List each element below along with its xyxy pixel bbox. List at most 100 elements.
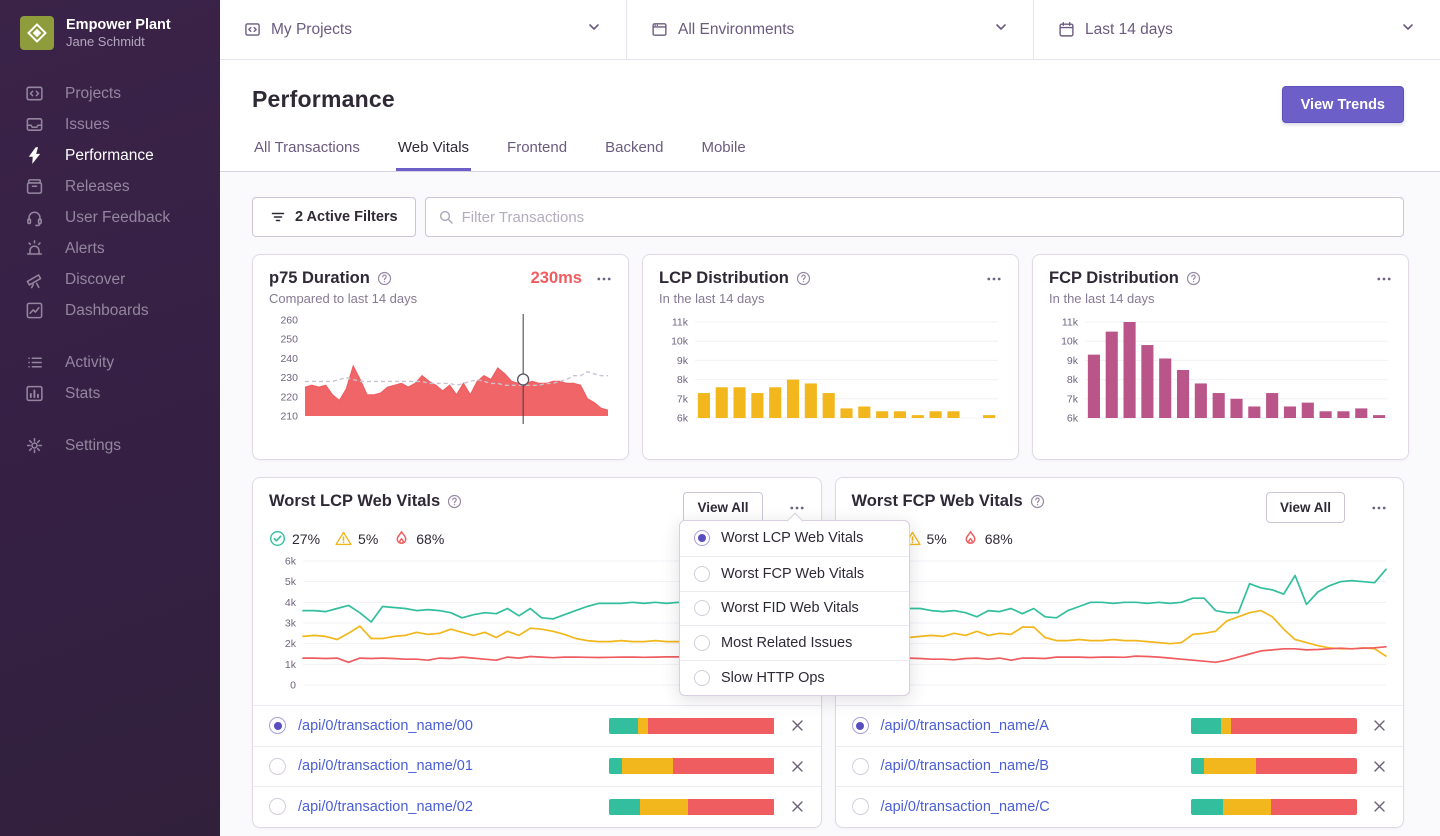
transaction-radio[interactable]	[269, 717, 286, 735]
transaction-radio[interactable]	[851, 717, 869, 735]
topbar-filter-last-14-days[interactable]: Last 14 days	[1033, 0, 1440, 59]
svg-text:2k: 2k	[285, 638, 297, 650]
view-trends-button[interactable]: View Trends	[1281, 86, 1404, 123]
sidebar-item-activity[interactable]: Activity	[0, 347, 220, 378]
page-content: 2 Active Filters p75 Duration 230ms Comp…	[220, 172, 1440, 828]
transaction-radio[interactable]	[269, 798, 286, 816]
page-title: Performance	[252, 86, 395, 112]
sidebar-item-performance[interactable]: Performance	[0, 140, 220, 171]
topbar-filter-my-projects[interactable]: My Projects	[220, 0, 626, 59]
org-user: Jane Schmidt	[66, 34, 145, 50]
question-icon[interactable]	[796, 271, 811, 286]
transaction-link[interactable]: /api/0/transaction_name/A	[881, 718, 1192, 734]
sidebar-item-settings[interactable]: Settings	[0, 430, 220, 461]
warning-triangle-icon	[335, 531, 352, 546]
sidebar-item-label: Alerts	[65, 239, 105, 257]
transaction-link[interactable]: /api/0/transaction_name/B	[881, 758, 1192, 774]
dropdown-option-worst-lcp-web-vitals[interactable]: Worst LCP Web Vitals	[680, 521, 909, 556]
page-header: Performance View Trends All Transactions…	[220, 60, 1440, 172]
sidebar-item-releases[interactable]: Releases	[0, 171, 220, 202]
close-icon[interactable]	[790, 799, 805, 814]
transaction-link[interactable]: /api/0/transaction_name/00	[298, 718, 609, 734]
dropdown-option-slow-http-ops[interactable]: Slow HTTP Ops	[680, 660, 909, 695]
ellipsis-icon	[597, 277, 611, 280]
tab-web-vitals[interactable]: Web Vitals	[395, 139, 472, 171]
dropdown-option-label: Worst FCP Web Vitals	[721, 565, 865, 582]
close-icon[interactable]	[790, 759, 805, 774]
card-title: FCP Distribution	[1049, 269, 1179, 287]
sidebar-item-alerts[interactable]: Alerts	[0, 233, 220, 264]
svg-text:0: 0	[290, 680, 296, 692]
close-icon[interactable]	[1372, 759, 1387, 774]
sidebar-item-label: Releases	[65, 177, 130, 195]
dropdown-option-most-related-issues[interactable]: Most Related Issues	[680, 625, 909, 660]
question-icon[interactable]	[377, 271, 392, 286]
sidebar-item-dashboards[interactable]: Dashboards	[0, 295, 220, 326]
calendar-icon	[1059, 22, 1074, 37]
close-icon[interactable]	[1372, 718, 1387, 733]
search-input[interactable]	[461, 208, 1391, 226]
card-menu-button[interactable]	[1371, 500, 1387, 516]
card-p75-duration: p75 Duration 230ms Compared to last 14 d…	[252, 254, 629, 460]
sidebar-nav-tertiary: Settings	[0, 430, 220, 461]
svg-text:7k: 7k	[677, 393, 689, 405]
close-icon[interactable]	[790, 718, 805, 733]
question-icon[interactable]	[447, 494, 462, 509]
card-menu-button[interactable]	[596, 271, 612, 287]
sidebar-item-discover[interactable]: Discover	[0, 264, 220, 295]
transaction-link[interactable]: /api/0/transaction_name/02	[298, 799, 609, 815]
sidebar-item-label: Performance	[65, 146, 154, 164]
flame-icon	[396, 530, 407, 545]
org-switcher[interactable]: Empower Plant Jane Schmidt	[0, 0, 220, 64]
question-icon[interactable]	[1030, 494, 1045, 509]
sidebar-item-label: Projects	[65, 84, 121, 102]
card-subtitle: In the last 14 days	[1049, 291, 1155, 306]
svg-text:8k: 8k	[677, 374, 689, 386]
topbar-filter-all-environments[interactable]: All Environments	[626, 0, 1033, 59]
sidebar-item-projects[interactable]: Projects	[0, 78, 220, 109]
dropdown-radio	[694, 530, 710, 547]
close-icon[interactable]	[1372, 799, 1387, 814]
dropdown-option-worst-fid-web-vitals[interactable]: Worst FID Web Vitals	[680, 590, 909, 626]
sidebar-item-stats[interactable]: Stats	[0, 378, 220, 409]
sidebar-item-issues[interactable]: Issues	[0, 109, 220, 140]
svg-text:260: 260	[280, 315, 298, 327]
transaction-radio[interactable]	[851, 798, 869, 816]
stats-icon	[26, 386, 43, 402]
transaction-link[interactable]: /api/0/transaction_name/C	[881, 799, 1192, 815]
ellipsis-icon	[1377, 277, 1391, 280]
search-box[interactable]	[424, 197, 1404, 237]
topbar-filter-label: Last 14 days	[1085, 20, 1173, 38]
card-menu-button[interactable]	[986, 271, 1002, 287]
chevron-down-icon	[996, 24, 1006, 30]
card-fcp-distribution: FCP Distribution In the last 14 days 6k 7k…	[1032, 254, 1409, 460]
close-icon	[1374, 720, 1385, 731]
ellipsis-icon	[1372, 506, 1386, 509]
view-all-button[interactable]: View All	[683, 492, 763, 523]
tab-mobile[interactable]: Mobile	[699, 139, 747, 171]
active-filters-button[interactable]: 2 Active Filters	[252, 197, 416, 237]
transaction-radio[interactable]	[851, 757, 869, 775]
tab-frontend[interactable]: Frontend	[505, 139, 569, 171]
svg-text:5k: 5k	[285, 576, 297, 588]
sidebar-item-label: User Feedback	[65, 208, 171, 226]
tab-all-transactions[interactable]: All Transactions	[252, 139, 362, 171]
svg-text:9k: 9k	[677, 355, 689, 367]
transaction-radio[interactable]	[269, 757, 286, 775]
dropdown-radio	[694, 635, 710, 652]
question-icon[interactable]	[1186, 271, 1201, 286]
lcp-distribution-chart: 6k 7k 8k 9k 10k 11k	[671, 317, 998, 425]
sidebar-item-label: Activity	[65, 353, 115, 371]
chevron-down-icon	[1403, 24, 1413, 30]
sidebar-item-user-feedback[interactable]: User Feedback	[0, 202, 220, 233]
tab-backend[interactable]: Backend	[603, 139, 665, 171]
vitals-stat-meh: 5%	[335, 530, 378, 547]
global-filter-bar: My Projects All Environments Last 14 days	[220, 0, 1440, 60]
question-icon	[377, 271, 391, 286]
svg-text:10k: 10k	[1061, 336, 1079, 348]
projects-folder-icon	[245, 23, 260, 36]
card-menu-button[interactable]	[1376, 271, 1392, 287]
view-all-button[interactable]: View All	[1265, 492, 1345, 523]
transaction-link[interactable]: /api/0/transaction_name/01	[298, 758, 609, 774]
dropdown-option-worst-fcp-web-vitals[interactable]: Worst FCP Web Vitals	[680, 555, 909, 591]
